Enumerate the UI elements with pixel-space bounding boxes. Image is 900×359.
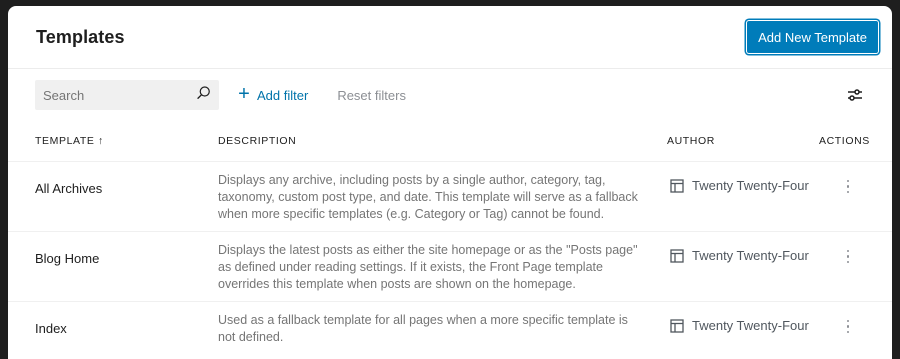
header: Templates Add New Template [8,6,892,69]
add-filter-button[interactable]: + Add filter [237,83,309,105]
layout-icon [670,248,684,263]
layout-icon [670,178,684,193]
table-row: Index Used as a fallback template for al… [8,302,892,359]
page-title: Templates [36,26,125,47]
templates-panel: Templates Add New Template + Add filter … [8,6,892,359]
sliders-icon[interactable] [846,86,864,104]
plus-icon: + [238,83,250,105]
template-description: Used as a fallback template for all page… [218,313,628,344]
search-icon[interactable] [195,84,213,107]
add-filter-label: Add filter [257,87,309,103]
add-new-template-button[interactable]: Add New Template [747,21,878,53]
author-name: Twenty Twenty-Four [692,318,809,333]
column-author-header[interactable]: AUTHOR [667,135,715,147]
column-template-header[interactable]: TEMPLATE ↑ [35,135,104,147]
reset-filters-button[interactable]: Reset filters [337,88,406,103]
template-name[interactable]: All Archives [35,181,102,196]
table-row: All Archives Displays any archive, inclu… [8,162,892,232]
search-box[interactable] [35,80,219,110]
author-name: Twenty Twenty-Four [692,178,809,193]
filter-bar: + Add filter Reset filters [8,69,892,121]
template-author: Twenty Twenty-Four [670,318,809,333]
column-description-header[interactable]: DESCRIPTION [218,135,296,147]
template-author: Twenty Twenty-Four [670,248,809,263]
template-name[interactable]: Index [35,321,67,336]
template-description: Displays the latest posts as either the … [218,243,638,291]
more-vertical-icon[interactable] [844,320,852,338]
template-name[interactable]: Blog Home [35,251,99,266]
table-row: Blog Home Displays the latest posts as e… [8,232,892,302]
column-actions-header: ACTIONS [819,135,870,147]
search-input[interactable] [43,87,183,103]
template-author: Twenty Twenty-Four [670,178,809,193]
author-name: Twenty Twenty-Four [692,248,809,263]
template-description: Displays any archive, including posts by… [218,173,638,221]
more-vertical-icon[interactable] [844,250,852,268]
layout-icon [670,318,684,333]
table-header: TEMPLATE ↑ DESCRIPTION AUTHOR ACTIONS [8,121,892,162]
more-vertical-icon[interactable] [844,180,852,198]
templates-table: TEMPLATE ↑ DESCRIPTION AUTHOR ACTIONS Al… [8,121,892,359]
